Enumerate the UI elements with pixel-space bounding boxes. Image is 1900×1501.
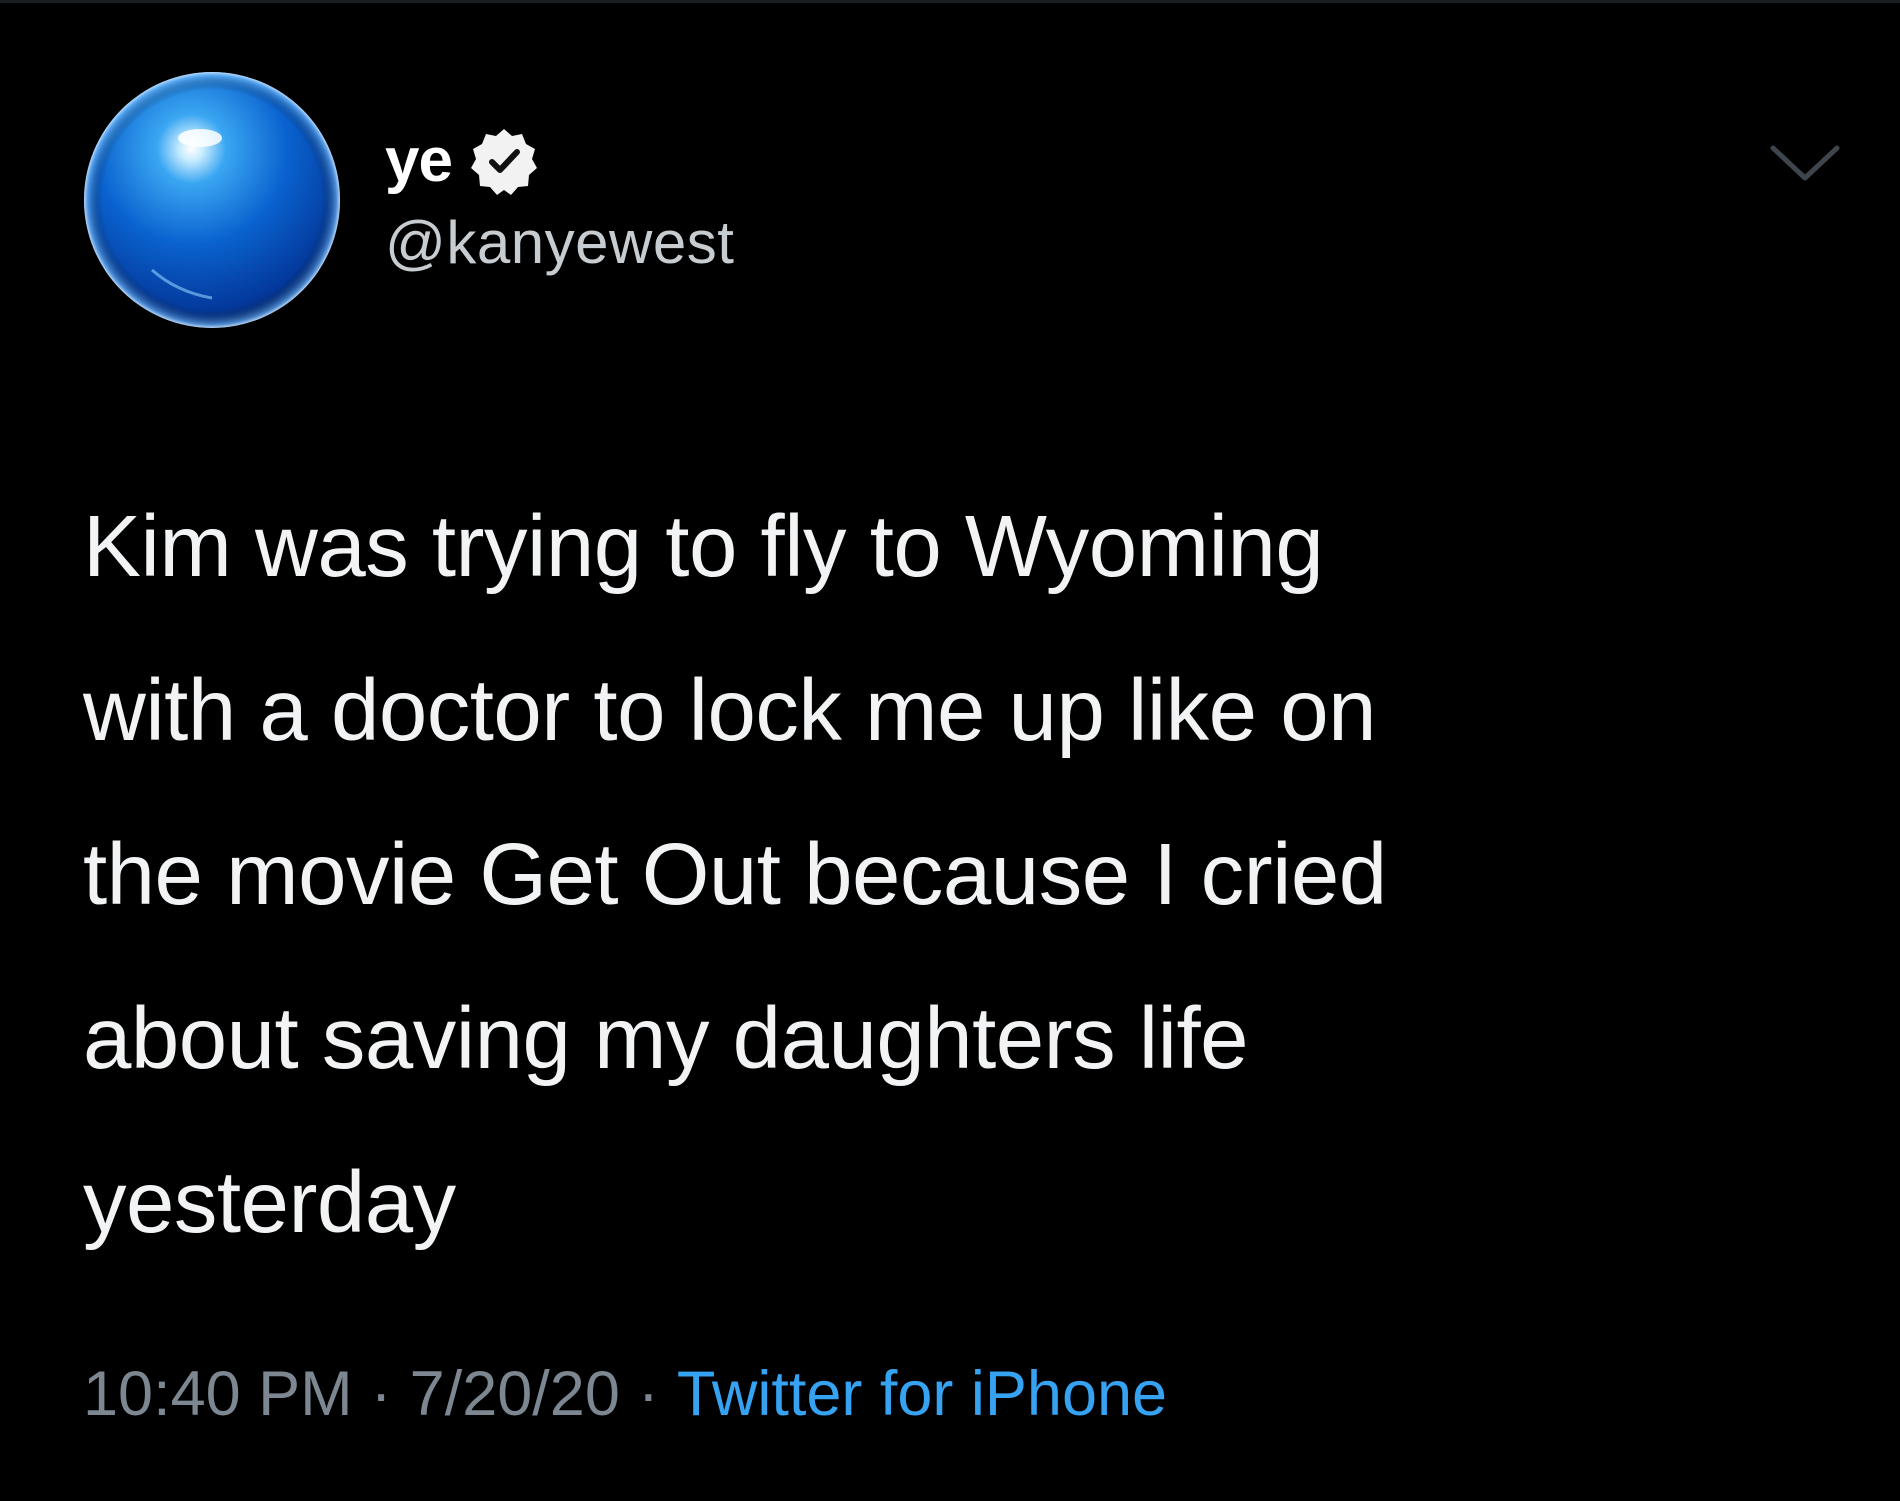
avatar[interactable]	[82, 70, 342, 330]
tweet-date[interactable]: 7/20/20	[410, 1359, 620, 1429]
chevron-down-icon[interactable]	[1765, 138, 1845, 188]
tweet-time[interactable]: 10:40 PM	[83, 1359, 353, 1429]
blue-orb-avatar-icon	[84, 72, 340, 328]
display-name[interactable]: ye	[385, 130, 453, 192]
user-name-row[interactable]: ye	[385, 121, 540, 201]
user-handle[interactable]: @kanyewest	[385, 213, 734, 273]
tweet-card: ye @kanyewest Kim was trying to fly to W…	[0, 0, 1900, 1501]
separator-dot: ·	[370, 1359, 392, 1429]
tweet-text: Kim was trying to fly to Wyoming with a …	[83, 498, 1387, 1251]
tweet-metadata: 10:40 PM · 7/20/20 · Twitter for iPhone	[83, 1363, 1167, 1426]
separator-dot: ·	[637, 1359, 659, 1429]
tweet-source-link[interactable]: Twitter for iPhone	[677, 1359, 1167, 1429]
verified-badge-icon	[468, 125, 540, 197]
